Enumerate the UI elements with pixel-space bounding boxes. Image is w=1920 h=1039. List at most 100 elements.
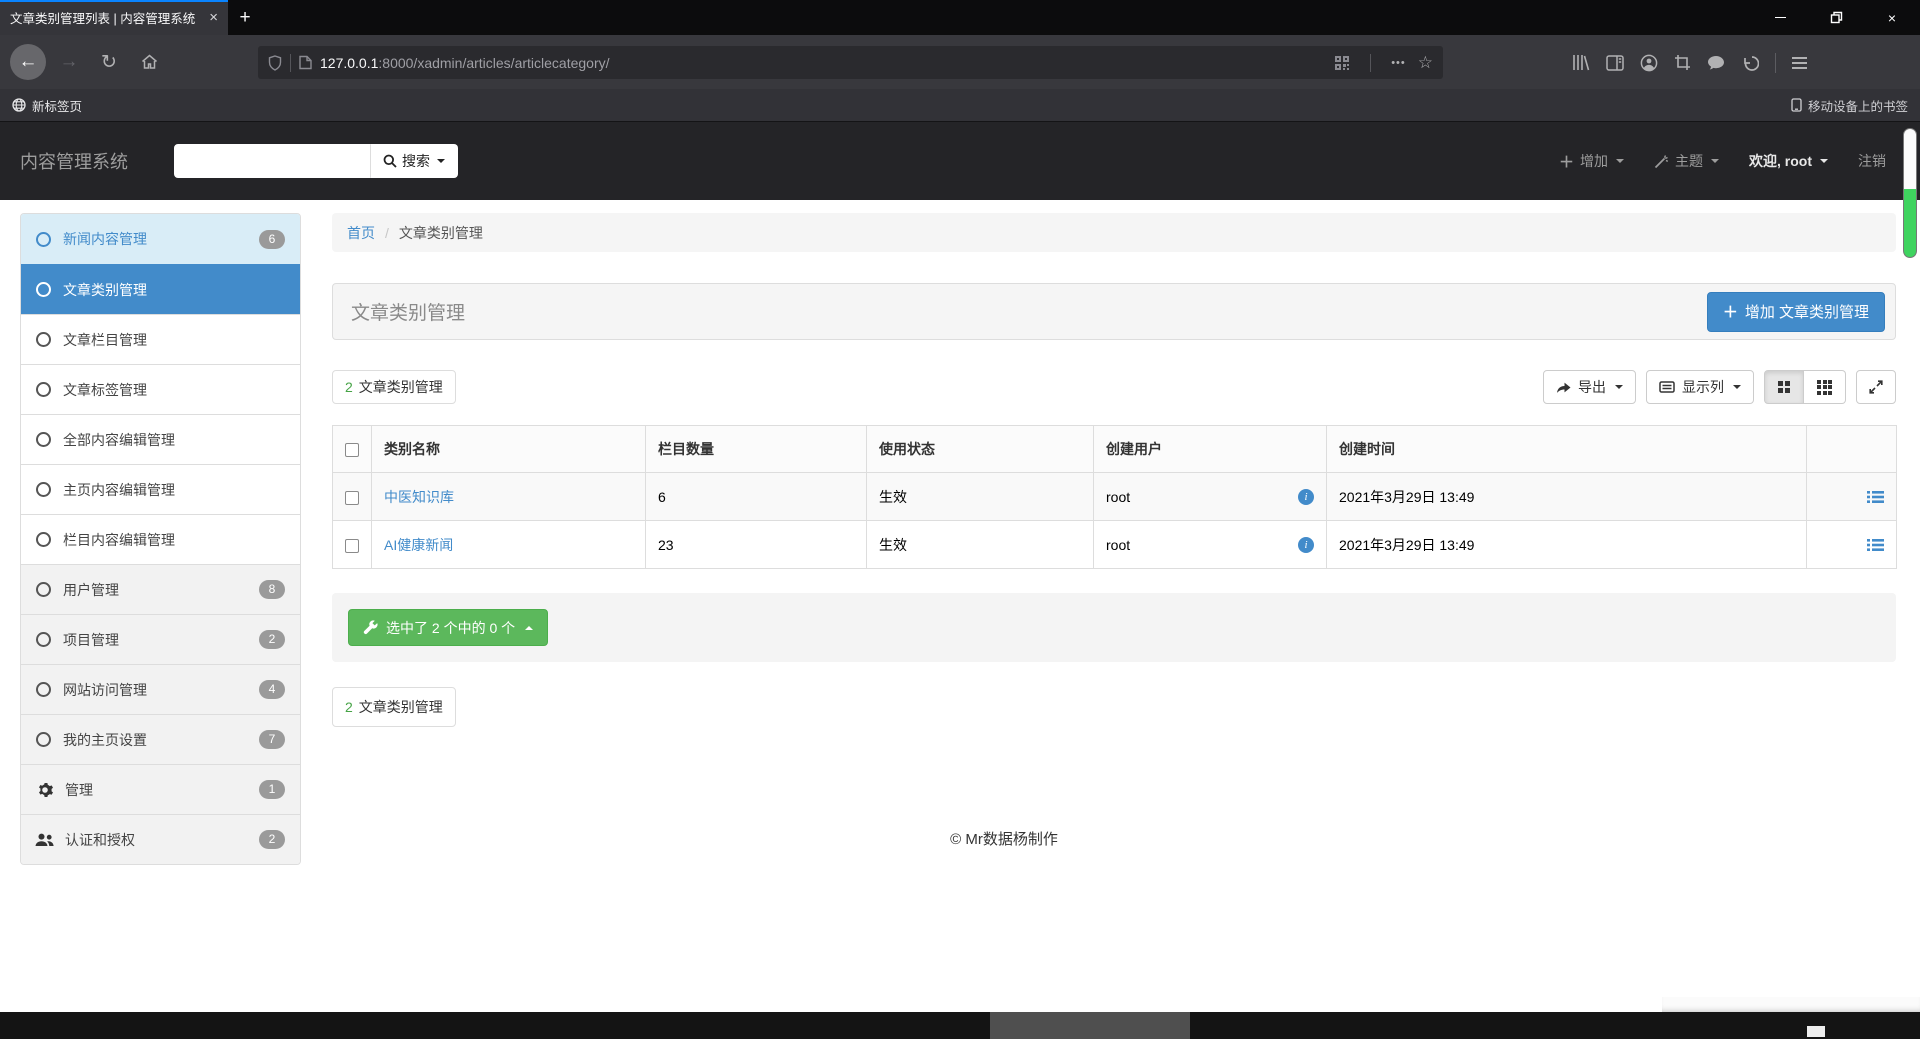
column-header-count: 栏目数量 — [645, 425, 867, 473]
record-link[interactable]: 中医知识库 — [384, 489, 454, 505]
minimize-icon — [1774, 17, 1786, 18]
url-path: :8000/xadmin/articles/articlecategory/ — [378, 54, 610, 71]
sidebar-item-label: 主页内容编辑管理 — [63, 481, 175, 498]
layout-thumbnails-button[interactable] — [1804, 370, 1846, 404]
sidebar-item-article-tag[interactable]: 文章标签管理 — [21, 364, 300, 414]
window-restore-button[interactable] — [1808, 0, 1864, 35]
search-button-label: 搜索 — [402, 153, 430, 169]
screenshot-icon[interactable] — [1674, 54, 1691, 71]
select-all-checkbox[interactable] — [345, 443, 359, 458]
breadcrumb: 首页 / 文章类别管理 — [332, 213, 1896, 252]
sidebar-item-label: 认证和授权 — [65, 831, 135, 848]
navbar-theme-menu[interactable]: 主题 — [1654, 151, 1719, 171]
row-checkbox[interactable] — [345, 538, 359, 553]
home-button[interactable] — [132, 45, 166, 79]
qr-code-icon[interactable] — [1334, 55, 1350, 71]
browser-tab-active[interactable]: 文章类别管理列表 | 内容管理系统 × — [0, 0, 228, 35]
sidebar-item-label: 文章栏目管理 — [63, 331, 147, 348]
bookmark-new-tab[interactable]: 新标签页 — [12, 96, 82, 115]
page-footer: © Mr数据杨制作 — [950, 831, 1058, 848]
chevron-down-icon — [1616, 159, 1624, 163]
bookmark-star-icon[interactable]: ☆ — [1418, 53, 1433, 73]
record-link[interactable]: AI健康新闻 — [384, 537, 453, 553]
chevron-up-icon — [525, 625, 534, 630]
info-icon[interactable]: i — [1298, 536, 1314, 553]
row-details-button[interactable] — [1819, 538, 1884, 552]
bulk-actions-button[interactable]: 选中了 2 个中的 0 个 — [348, 609, 549, 646]
grid-2x2-icon — [1778, 381, 1790, 393]
chevron-down-icon — [1711, 159, 1719, 163]
panel-heading: 文章类别管理 ＋ 增加 文章类别管理 — [332, 283, 1896, 340]
menu-icon[interactable] — [1792, 56, 1807, 69]
page-icon[interactable] — [299, 55, 312, 70]
export-label: 导出 — [1578, 379, 1606, 395]
forward-button[interactable]: → — [52, 45, 86, 79]
columns-button[interactable]: 显示列 — [1646, 370, 1754, 404]
row-details-button[interactable] — [1819, 490, 1884, 504]
sidebar-item-auth[interactable]: 认证和授权 2 — [21, 814, 300, 864]
shield-icon[interactable] — [268, 54, 282, 71]
layout-grid-button[interactable] — [1764, 370, 1804, 404]
fullscreen-button[interactable] — [1856, 370, 1896, 404]
sidebars-icon[interactable] — [1606, 54, 1624, 71]
new-tab-button[interactable]: + — [228, 0, 262, 35]
url-text[interactable]: 127.0.0.1:8000/xadmin/articles/articleca… — [320, 55, 1334, 71]
sidebar-item-label: 新闻内容管理 — [63, 231, 147, 247]
window-minimize-button[interactable] — [1752, 0, 1808, 35]
export-button[interactable]: 导出 — [1543, 370, 1636, 404]
sidebar-item-home-content-edit[interactable]: 主页内容编辑管理 — [21, 464, 300, 514]
toolbar-buttons: 导出 显示列 — [1543, 370, 1896, 404]
circle-icon — [36, 732, 51, 747]
result-count-box-bottom: 2 文章类别管理 — [332, 687, 456, 727]
sidebar-item-project-management[interactable]: 项目管理 2 — [21, 614, 300, 664]
result-count-label: 文章类别管理 — [358, 699, 443, 715]
sidebar-item-admin[interactable]: 管理 1 — [21, 764, 300, 814]
sidebar-badge: 8 — [259, 580, 285, 599]
sidebar-item-site-visit-management[interactable]: 网站访问管理 4 — [21, 664, 300, 714]
search-icon — [383, 154, 397, 168]
sidebar-item-my-homepage-settings[interactable]: 我的主页设置 7 — [21, 714, 300, 764]
add-record-button[interactable]: ＋ 增加 文章类别管理 — [1706, 291, 1885, 332]
url-bar[interactable]: 127.0.0.1:8000/xadmin/articles/articleca… — [258, 46, 1443, 79]
bookmark-mobile-folder[interactable]: 移动设备上的书签 — [1791, 96, 1908, 115]
info-icon[interactable]: i — [1298, 488, 1314, 505]
tab-close-icon[interactable]: × — [209, 9, 218, 26]
sidebar-item-news-content[interactable]: 新闻内容管理 6 — [21, 214, 300, 264]
account-icon[interactable] — [1640, 54, 1658, 72]
sidebar-item-user-management[interactable]: 用户管理 8 — [21, 564, 300, 614]
library-icon[interactable] — [1572, 54, 1590, 71]
sidebar-item-label: 文章类别管理 — [63, 281, 147, 298]
navbar-logout-label: 注销 — [1858, 153, 1886, 169]
sidebar-item-column-content-edit[interactable]: 栏目内容编辑管理 — [21, 514, 300, 564]
column-header-actions — [1806, 425, 1897, 473]
sidebar-item-article-column[interactable]: 文章栏目管理 — [21, 314, 300, 364]
chat-icon[interactable] — [1707, 55, 1725, 71]
sidebar-item-label: 我的主页设置 — [63, 731, 147, 748]
breadcrumb-home-link[interactable]: 首页 — [347, 223, 375, 243]
search-input[interactable] — [174, 144, 370, 178]
column-header-user[interactable]: 创建用户 — [1093, 425, 1327, 473]
scrollbar-thumb[interactable] — [1903, 128, 1917, 258]
row-checkbox[interactable] — [345, 490, 359, 505]
user-name: root — [1106, 536, 1131, 553]
window-close-button[interactable]: × — [1864, 0, 1920, 35]
cell-status: 生效 — [866, 472, 1094, 521]
undo-icon[interactable] — [1741, 55, 1759, 71]
cell-count: 6 — [645, 472, 867, 521]
reload-button[interactable]: ↻ — [92, 45, 126, 79]
sidebar-item-article-category[interactable]: 文章类别管理 — [21, 264, 300, 314]
search-button[interactable]: 搜索 — [370, 144, 458, 178]
plus-icon: ＋ — [1558, 153, 1574, 171]
app-brand[interactable]: 内容管理系统 — [20, 148, 128, 174]
column-header-name[interactable]: 类别名称 — [371, 425, 646, 473]
page-actions-icon[interactable]: ••• — [1391, 57, 1406, 69]
navbar-logout-link[interactable]: 注销 — [1858, 151, 1886, 171]
column-header-status[interactable]: 使用状态 — [866, 425, 1094, 473]
navbar-add-menu[interactable]: ＋ 增加 — [1559, 151, 1624, 172]
sidebar-item-label: 全部内容编辑管理 — [63, 431, 175, 448]
sidebar-item-all-content-edit[interactable]: 全部内容编辑管理 — [21, 414, 300, 464]
column-header-time[interactable]: 创建时间 — [1326, 425, 1807, 473]
navbar-user-menu[interactable]: 欢迎, root — [1749, 151, 1828, 171]
add-record-label: 增加 文章类别管理 — [1744, 304, 1869, 321]
back-button[interactable]: ← — [10, 44, 46, 80]
